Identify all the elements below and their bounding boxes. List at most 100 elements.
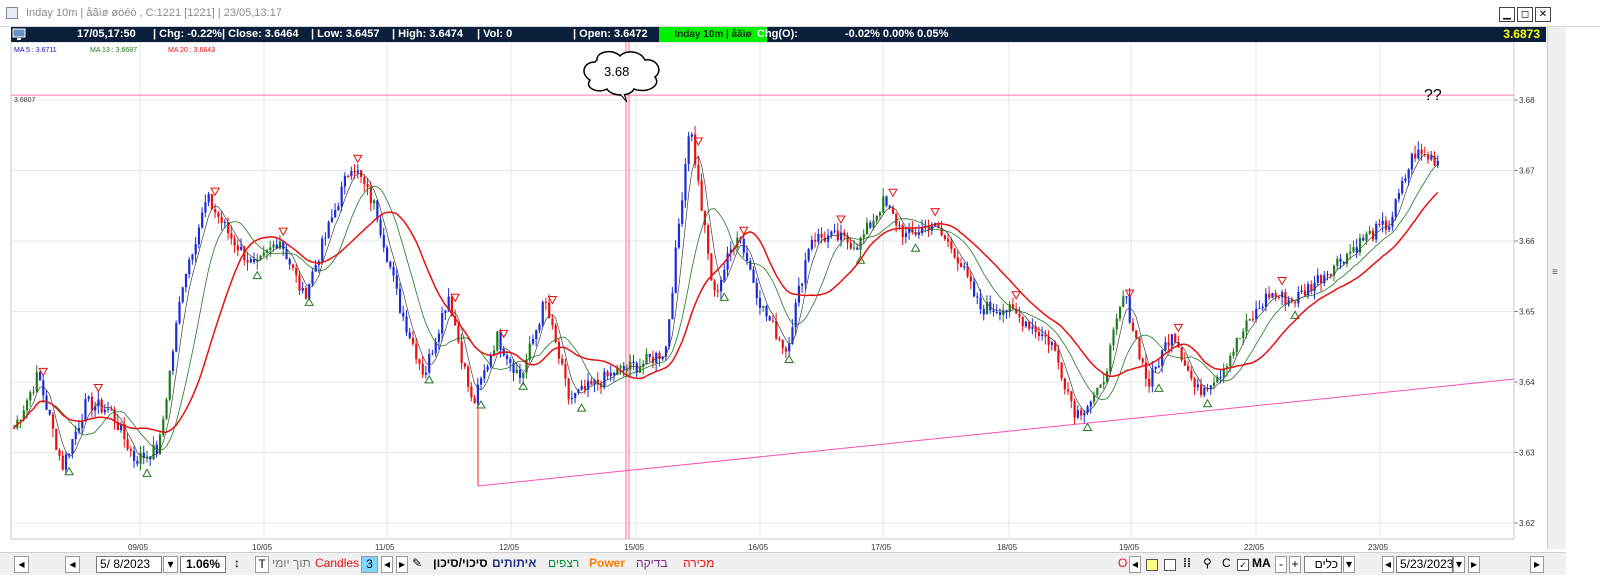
sell-tab[interactable]: מכירה (683, 556, 714, 573)
candle-body (285, 248, 288, 260)
candle-body (372, 200, 376, 204)
bars-icon[interactable]: ⁞⁞ (1183, 556, 1195, 573)
date-to-prev-icon[interactable]: ◂ (1382, 556, 1394, 573)
candle-body (1384, 220, 1388, 230)
y-tick-label: 3.66 (1519, 237, 1535, 246)
candle-body (385, 247, 389, 262)
scroll-right-icon[interactable]: ▸ (1530, 556, 1544, 573)
candle-body (1002, 310, 1005, 315)
candle-body (262, 252, 265, 256)
candle-body (1157, 366, 1161, 368)
intraday-tab[interactable]: תוך יומי (272, 556, 311, 573)
candle-body (126, 439, 129, 450)
candle-body (178, 302, 181, 324)
binoculars-icon[interactable]: ⚲ (1203, 556, 1212, 573)
candle-body (629, 361, 632, 370)
floors-tab[interactable]: רצפים (548, 556, 579, 573)
candle-body (1219, 377, 1222, 379)
candle-body (891, 207, 895, 214)
candle-body (363, 176, 366, 184)
candle-body (849, 242, 852, 249)
tools-select[interactable]: כלים (1304, 556, 1342, 573)
restore-button[interactable]: ◻ (1517, 7, 1533, 22)
candle-body (337, 206, 340, 211)
candle-body (823, 237, 826, 242)
ma-plus-button[interactable]: + (1289, 556, 1301, 573)
candle-body (872, 220, 875, 228)
candle-body (1271, 293, 1274, 298)
c-button[interactable]: C (1222, 556, 1231, 573)
candle-body (648, 353, 651, 358)
candle-body (538, 324, 541, 331)
candle-body (979, 297, 982, 309)
pencil-icon[interactable]: ✎ (412, 556, 422, 573)
vertical-scrollbar[interactable]: ≡ (1547, 27, 1566, 549)
x-tick-label: 12/05 (499, 543, 520, 552)
close-button[interactable]: ✕ (1535, 7, 1551, 22)
question-annotation: ?? (1424, 87, 1442, 104)
text-tool-button[interactable]: T (255, 556, 269, 573)
ma-minus-button[interactable]: - (1275, 556, 1287, 573)
o-button[interactable]: O (1118, 556, 1127, 573)
zoom-field[interactable]: 1.06% (180, 556, 226, 573)
ma-checkbox[interactable]: ✓ (1237, 559, 1249, 571)
prev-date-icon[interactable]: ◂ (65, 556, 80, 573)
title-bar: Inday 10m | åãìø øöéò , C:1221 [1221] | … (0, 0, 1600, 27)
candle-body (1063, 378, 1066, 390)
candle-body (1115, 318, 1118, 330)
candle-body (684, 164, 687, 201)
candle-body (428, 354, 431, 373)
square-tool-icon[interactable] (1146, 559, 1158, 571)
candle-body (875, 215, 878, 221)
candle-body (1349, 251, 1352, 254)
candle-body (1187, 365, 1190, 371)
legend-ma13: MA 13 : 3.6687 (90, 47, 137, 54)
candle-body (775, 320, 778, 339)
candle-body (885, 196, 888, 206)
candle-body (1284, 292, 1287, 305)
power-tab[interactable]: Power (589, 556, 625, 573)
candles-prev-icon[interactable]: ◂ (381, 556, 393, 573)
candle-body (240, 246, 243, 251)
candle-body (862, 234, 865, 238)
candle-body (1122, 296, 1125, 307)
risk-tab[interactable]: סיכוי/סיכון (433, 556, 488, 573)
minimize-button[interactable]: ▁ (1499, 7, 1515, 22)
date-to-dropdown-icon[interactable]: ▾ (1453, 556, 1465, 573)
candle-body (635, 363, 638, 373)
monitor-icon[interactable] (11, 27, 28, 42)
candles-next-icon[interactable]: ▸ (396, 556, 408, 573)
frame-tool-icon[interactable] (1164, 559, 1176, 571)
check-tab[interactable]: בדיקה (636, 556, 668, 573)
candle-body (1174, 334, 1177, 343)
candle-body (1154, 366, 1157, 369)
candle-body (612, 372, 616, 376)
candle-body (943, 235, 946, 240)
tools-dropdown-icon[interactable]: ▾ (1343, 556, 1355, 573)
ma-label: MA (1252, 556, 1271, 570)
candle-body (950, 241, 953, 249)
candle-body (473, 397, 476, 404)
y-tick-label: 3.62 (1519, 519, 1535, 528)
info-volume: | Vol: 0 (477, 28, 513, 40)
scroll-left-icon[interactable]: ◂ (14, 556, 29, 573)
date-to-field[interactable]: 5/23/2023 (1396, 556, 1453, 573)
scroll-grip-icon[interactable]: ≡ (1552, 267, 1558, 278)
candle-body (972, 281, 976, 297)
candle-body (1407, 169, 1410, 179)
signals-tab[interactable]: איתותים (492, 556, 536, 573)
candle-body (1397, 193, 1401, 200)
date-from-field[interactable]: 5/ 8/2023 (96, 556, 162, 573)
bar-prev-icon[interactable]: ◂ (1129, 556, 1141, 573)
candles-tab[interactable]: Candles (315, 556, 359, 573)
candle-body (334, 210, 337, 218)
price-chart[interactable]: 3.68 3.67 3.66 3.65 3.64 3.63 3.62 09/05 10/05 1… (0, 42, 1546, 552)
date-to-next-icon[interactable]: ▸ (1468, 556, 1480, 573)
candle-body (103, 409, 107, 413)
vertical-resize-icon[interactable]: ↕ (234, 556, 246, 573)
instrument-badge[interactable]: Inday 10m | åãìø (659, 27, 767, 42)
date-from-dropdown-icon[interactable]: ▾ (163, 556, 178, 573)
candles-count[interactable]: 3 (361, 556, 378, 573)
candle-body (720, 279, 723, 292)
candle-body (252, 259, 256, 262)
